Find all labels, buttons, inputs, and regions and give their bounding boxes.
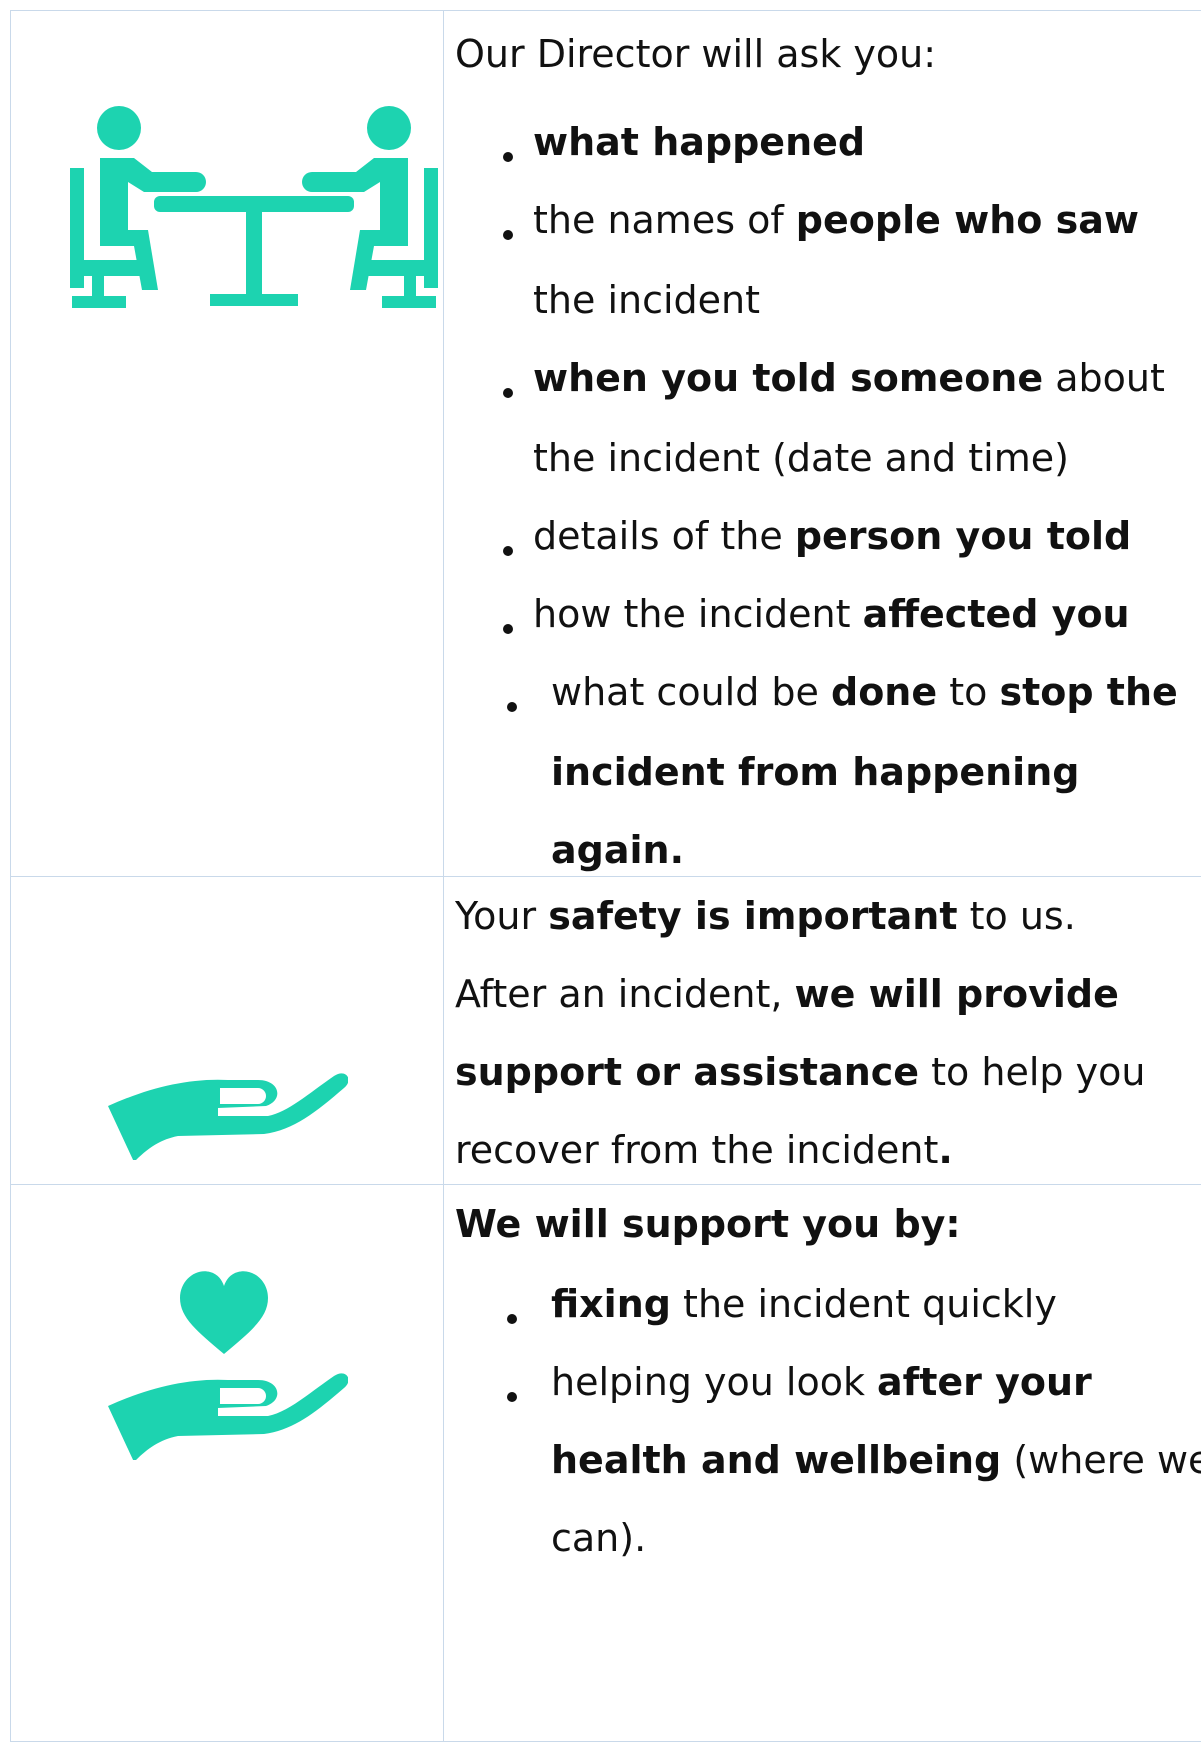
bullet-when-told: when you told someone about [533, 334, 1165, 422]
bullet-text: details of the [533, 514, 795, 558]
bullet-continuation: the incident [533, 278, 761, 322]
bullet-text: to [937, 670, 1000, 714]
bullet-continuation: incident from happening [551, 750, 1080, 794]
bullet-emphasis: affected you [862, 592, 1130, 636]
emphasis: . [938, 1128, 953, 1172]
text: recover from the incident [455, 1128, 939, 1172]
bullet-text: what could be [551, 670, 831, 714]
bullet-continuation: can). [551, 1516, 647, 1560]
bullet-emphasis: health and wellbeing [551, 1438, 1002, 1482]
safety-text-cell: Your safety is important to us. After an… [455, 880, 1201, 1180]
open-hand-icon-cell [12, 1050, 442, 1160]
bullet-fixing: fixing the incident quickly [551, 1260, 1057, 1348]
safety-line-3: support or assistance to help you [455, 1028, 1145, 1116]
bullet-continuation: health and wellbeing (where we [551, 1416, 1201, 1504]
meeting-icon-cell [12, 100, 442, 360]
bullet-affected: how the incident affected you [533, 570, 1130, 658]
bullet-dot [507, 702, 517, 712]
intro-line: Our Director will ask you: [455, 32, 937, 76]
bullet-emphasis: after your [877, 1360, 1092, 1404]
bullet-dot [503, 152, 513, 162]
heart-hand-icon-cell [12, 1260, 442, 1460]
open-hand-icon [108, 1073, 348, 1160]
bullet-text: the names of [533, 198, 796, 242]
support-text-cell: We will support you by: fixing the incid… [455, 1188, 1201, 1740]
text: to us. [957, 894, 1076, 938]
bullet-emphasis: people who saw [795, 198, 1139, 242]
bullet-text: (where we [1001, 1438, 1201, 1482]
bullet-dot [503, 230, 513, 240]
bullet-dot [503, 624, 513, 634]
bullet-emphasis: when you told someone [533, 356, 1044, 400]
meeting-icon [70, 106, 438, 308]
support-table: Our Director will ask you: what happened… [0, 0, 1201, 1742]
bullet-dot [503, 388, 513, 398]
bullet-continuation: the incident (date and time) [533, 436, 1069, 480]
bullet-text: the incident quickly [670, 1282, 1057, 1326]
bullet-text: about [1043, 356, 1165, 400]
text: After an incident, [455, 972, 795, 1016]
emphasis: safety is important [548, 894, 958, 938]
bullet-dot [503, 546, 513, 556]
heart-in-hand-icon [108, 1271, 348, 1460]
bullet-witnesses: the names of people who saw [533, 176, 1139, 264]
bullet-emphasis: stop the [999, 670, 1178, 714]
bullet-emphasis: fixing [551, 1282, 671, 1326]
safety-line-2: After an incident, we will provide [455, 950, 1119, 1038]
text: Your [455, 894, 549, 938]
support-heading: We will support you by: [455, 1202, 961, 1246]
bullet-emphasis: person you told [794, 514, 1132, 558]
bullet-dot [507, 1314, 517, 1324]
bullet-dot [507, 1392, 517, 1402]
bullet-prevention: what could be done to stop the [551, 648, 1178, 736]
text: to help you [919, 1050, 1146, 1094]
bullet-text: helping you look [551, 1360, 878, 1404]
emphasis: support or assistance [455, 1050, 920, 1094]
bullet-what-happened: what happened [533, 120, 866, 164]
emphasis: we will provide [794, 972, 1119, 1016]
bullet-text: how the incident [533, 592, 863, 636]
bullet-wellbeing: helping you look after your [551, 1338, 1092, 1426]
meeting-text-cell: Our Director will ask you: what happened… [455, 10, 1201, 876]
safety-line-1: Your safety is important to us. [455, 872, 1076, 960]
table-left-border [10, 10, 11, 1742]
bullet-person-told: details of the person you told [533, 492, 1131, 580]
bullet-emphasis: done [831, 670, 938, 714]
